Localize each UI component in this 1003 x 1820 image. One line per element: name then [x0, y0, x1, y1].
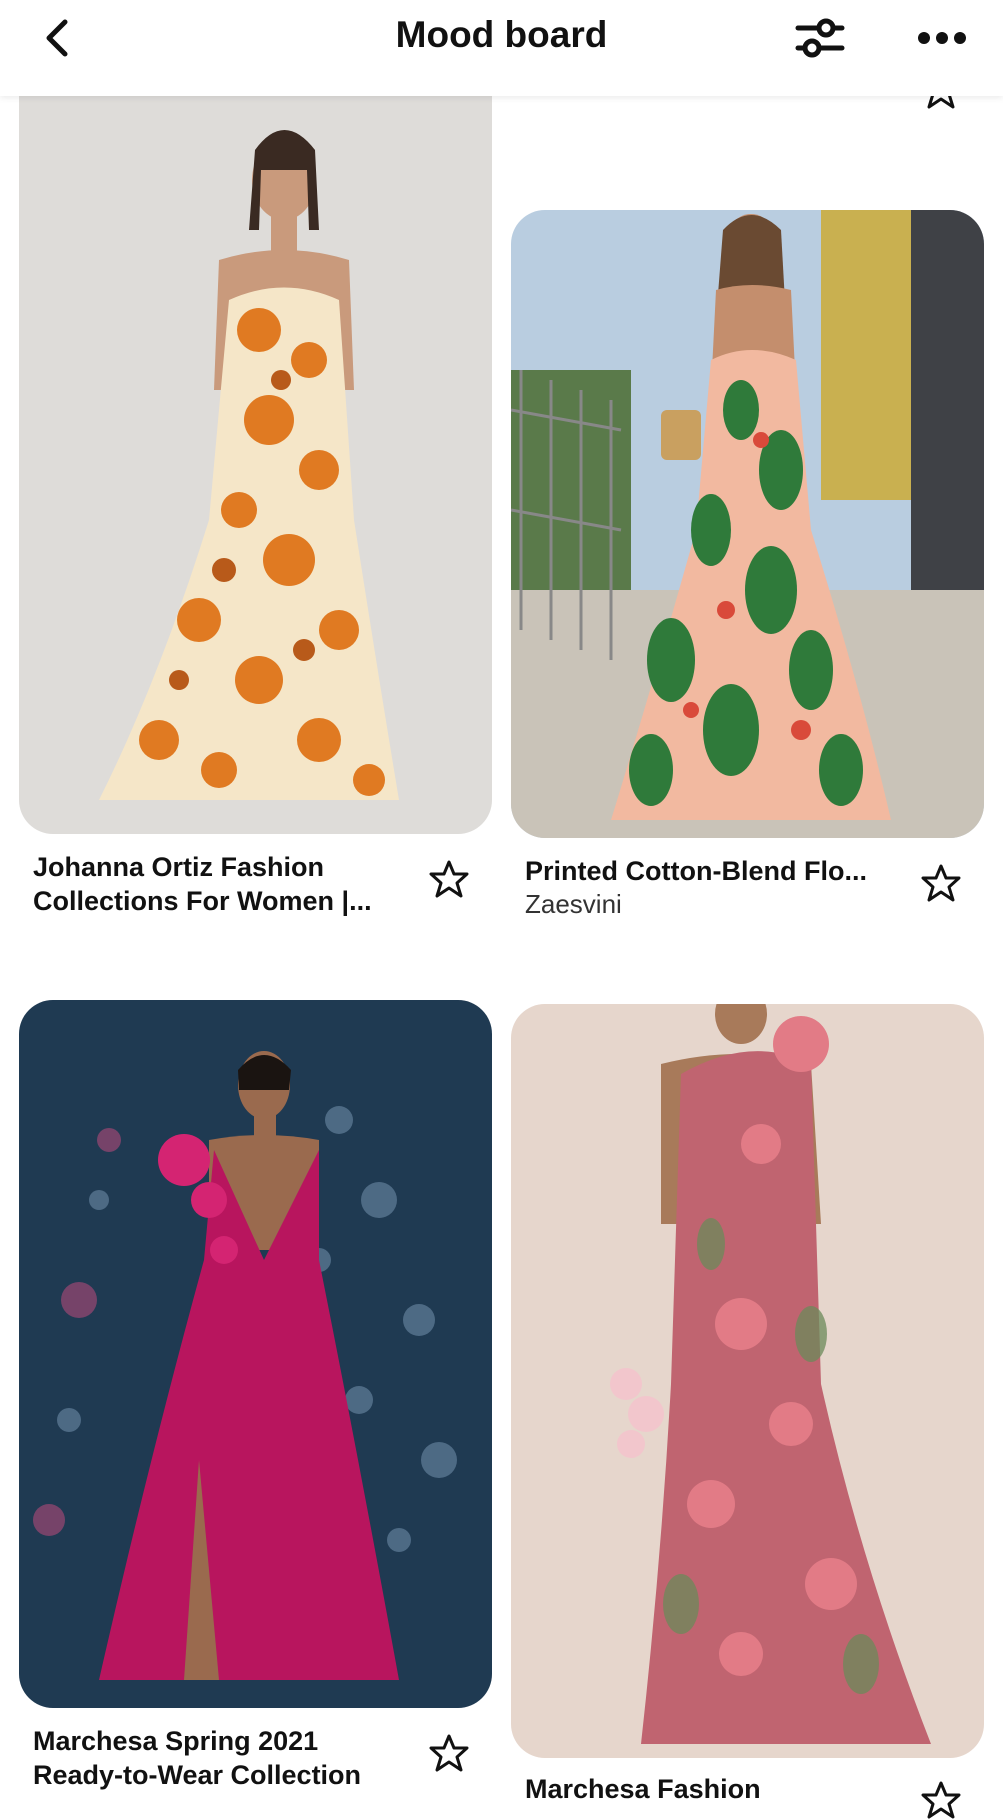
dress-photo-4	[511, 1004, 984, 1758]
pin-title-1-line2: Collections For Women |...	[33, 886, 372, 916]
star-icon[interactable]	[921, 863, 961, 903]
pin-image-4[interactable]	[511, 1004, 984, 1758]
dress-photo-1	[19, 60, 492, 834]
pin-image-2[interactable]	[511, 210, 984, 838]
pin-image-1[interactable]	[19, 60, 492, 834]
pin-title-3-line1: Marchesa Spring 2021	[33, 1726, 319, 1756]
top-bar: Mood board	[0, 0, 1003, 96]
page-title: Mood board	[395, 14, 608, 55]
star-icon[interactable]	[921, 1780, 961, 1820]
filter-button[interactable]	[792, 10, 848, 66]
pin-title-2: Printed Cotton-Blend Flo...	[525, 856, 867, 886]
star-icon[interactable]	[429, 859, 469, 899]
sliders-icon	[795, 18, 845, 58]
dress-photo-3	[19, 1000, 492, 1708]
pin-title-4: Marchesa Fashion	[525, 1774, 761, 1804]
pin-source-2: Zaesvini	[525, 889, 622, 919]
more-button[interactable]	[914, 10, 970, 66]
dress-photo-2	[511, 210, 984, 838]
pin-title-1-line1: Johanna Ortiz Fashion	[33, 852, 325, 882]
star-icon[interactable]	[429, 1733, 469, 1773]
pin-title-3-line2: Ready-to-Wear Collection	[33, 1760, 362, 1790]
ellipsis-icon	[918, 32, 966, 44]
pin-image-3[interactable]	[19, 1000, 492, 1708]
